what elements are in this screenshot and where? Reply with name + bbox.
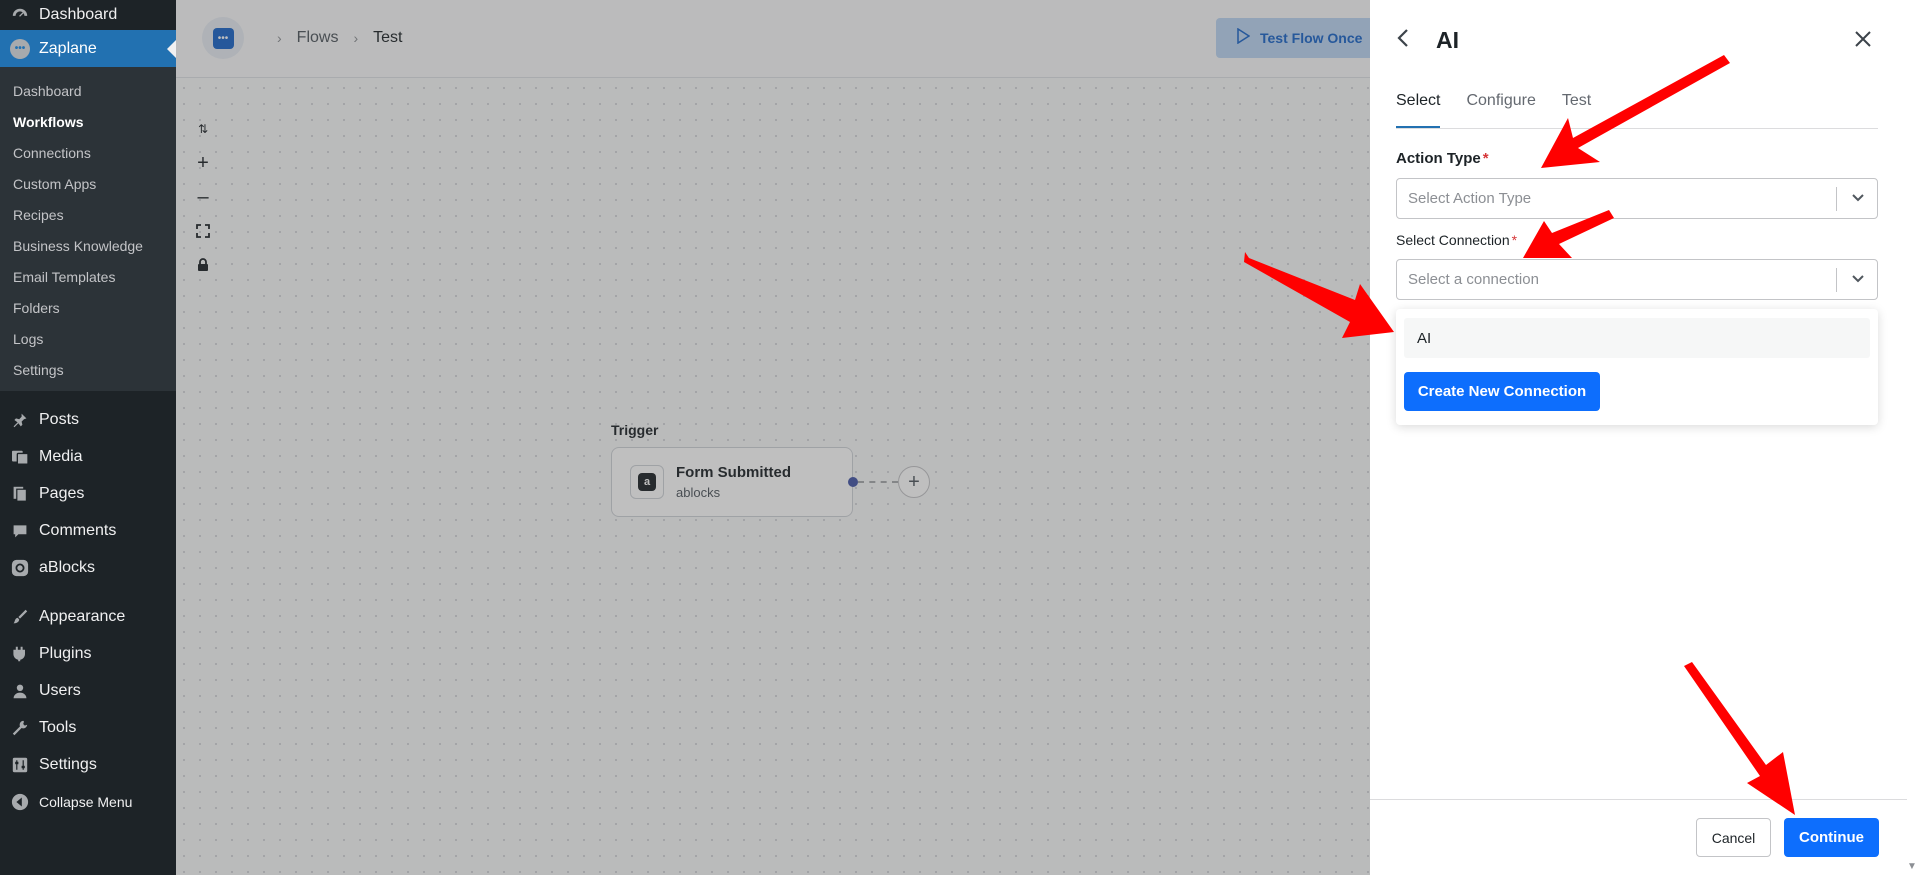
menu-label: Comments [39, 521, 117, 539]
back-chevron-icon[interactable] [1396, 28, 1410, 54]
menu-label: Collapse Menu [39, 793, 133, 810]
comment-icon [10, 521, 30, 541]
menu-tools[interactable]: Tools [0, 709, 176, 746]
submenu-dashboard[interactable]: Dashboard [0, 75, 176, 106]
tab-configure[interactable]: Configure [1466, 92, 1535, 128]
menu-plugins[interactable]: Plugins [0, 635, 176, 672]
menu-label: Posts [39, 410, 80, 428]
submenu-email-templates[interactable]: Email Templates [0, 261, 176, 292]
connection-label-text: Select Connection [1396, 232, 1510, 248]
scroll-down-arrow-icon[interactable]: ▼ [1907, 861, 1917, 872]
menu-posts[interactable]: Posts [0, 401, 176, 438]
wp-admin-sidebar: Dashboard ••• Zaplane Dashboard Workflow… [0, 0, 176, 875]
ablocks-icon [10, 558, 30, 578]
media-icon [10, 447, 30, 467]
panel-title: AI [1436, 27, 1459, 53]
menu-label: aBlocks [39, 558, 96, 576]
submenu-settings[interactable]: Settings [0, 354, 176, 385]
menu-label: Settings [39, 755, 97, 773]
pushpin-icon [10, 410, 30, 430]
menu-label: Pages [39, 484, 85, 502]
menu-collapse[interactable]: Collapse Menu [0, 783, 176, 820]
connection-option[interactable]: AI [1404, 318, 1870, 358]
action-config-panel: AI Select Configure Test Action Type * Se… [1370, 0, 1919, 875]
action-type-label: Action Type * [1396, 150, 1489, 167]
select-divider [1836, 187, 1837, 211]
tab-test[interactable]: Test [1562, 92, 1591, 128]
submenu-folders[interactable]: Folders [0, 292, 176, 323]
menu-users[interactable]: Users [0, 672, 176, 709]
panel-tabs: Select Configure Test [1396, 92, 1878, 129]
plugin-icon [10, 644, 30, 664]
settings-sliders-icon [10, 755, 30, 775]
menu-ablocks[interactable]: aBlocks [0, 549, 176, 586]
menu-media[interactable]: Media [0, 438, 176, 475]
wp-menu-list: Posts Media Pages Comments aBlocks Appea… [0, 391, 176, 820]
cancel-button[interactable]: Cancel [1696, 818, 1771, 857]
panel-footer-divider [1370, 799, 1907, 800]
create-connection-button[interactable]: Create New Connection [1404, 372, 1600, 411]
close-icon[interactable] [1854, 27, 1872, 55]
connection-dropdown: AI Create New Connection [1396, 309, 1878, 425]
menu-label: Media [39, 447, 83, 465]
chevron-down-icon [1851, 269, 1865, 294]
zaplane-submenu: Dashboard Workflows Connections Custom A… [0, 67, 176, 391]
menu-label: Zaplane [39, 39, 97, 57]
collapse-icon [10, 792, 30, 812]
menu-label: Users [39, 681, 81, 699]
zaplane-icon: ••• [10, 38, 30, 59]
pages-icon [10, 484, 30, 504]
action-type-placeholder: Select Action Type [1408, 190, 1532, 207]
menu-settings[interactable]: Settings [0, 746, 176, 783]
menu-pages[interactable]: Pages [0, 475, 176, 512]
connection-placeholder: Select a connection [1408, 271, 1539, 288]
submenu-workflows[interactable]: Workflows [0, 106, 176, 137]
menu-label: Tools [39, 718, 77, 736]
modal-overlay[interactable] [176, 0, 1370, 875]
connection-label: Select Connection * [1396, 232, 1518, 248]
submenu-custom-apps[interactable]: Custom Apps [0, 168, 176, 199]
wrench-icon [10, 718, 30, 738]
menu-comments[interactable]: Comments [0, 512, 176, 549]
action-type-label-text: Action Type [1396, 150, 1481, 167]
menu-separator [0, 586, 176, 598]
connection-select[interactable]: Select a connection [1396, 259, 1878, 300]
tab-select[interactable]: Select [1396, 92, 1441, 128]
menu-zaplane[interactable]: ••• Zaplane [0, 30, 176, 67]
submenu-connections[interactable]: Connections [0, 137, 176, 168]
menu-label: Plugins [39, 644, 92, 662]
dashboard-icon [10, 5, 30, 25]
submenu-logs[interactable]: Logs [0, 323, 176, 354]
action-type-select[interactable]: Select Action Type [1396, 178, 1878, 219]
continue-button[interactable]: Continue [1784, 818, 1879, 857]
chevron-down-icon [1851, 188, 1865, 213]
menu-appearance[interactable]: Appearance [0, 598, 176, 635]
menu-label: Dashboard [39, 6, 118, 23]
submenu-recipes[interactable]: Recipes [0, 199, 176, 230]
paintbrush-icon [10, 607, 30, 627]
menu-dashboard[interactable]: Dashboard [0, 0, 176, 30]
menu-label: Appearance [39, 607, 126, 625]
user-icon [10, 681, 30, 701]
submenu-business-knowledge[interactable]: Business Knowledge [0, 230, 176, 261]
select-divider [1836, 268, 1837, 292]
